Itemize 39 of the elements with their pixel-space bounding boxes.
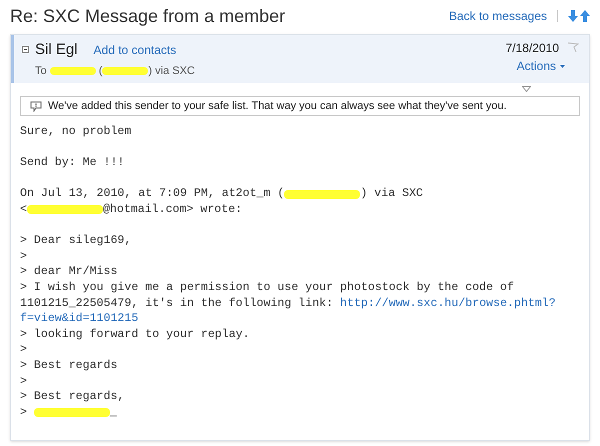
message-date: 7/18/2010 (506, 40, 559, 57)
message-text: ) via SXC (360, 186, 424, 202)
notice-text: We've added this sender to your safe list. That way you can always see what they've sent you. (48, 98, 507, 114)
redaction-mark (102, 66, 148, 75)
recipient-text: To (35, 64, 48, 78)
redaction-mark (50, 66, 96, 75)
add-contact-link[interactable]: Add to contacts (94, 41, 176, 59)
expand-icon[interactable] (522, 86, 531, 92)
message-text: > Best regards (20, 358, 118, 374)
actions-menu[interactable]: Actions (516, 57, 565, 75)
message-text: > Dear sileg169, (20, 233, 132, 249)
recipient-text: ( (98, 64, 102, 78)
message-text: _ (110, 404, 117, 420)
info-icon (30, 100, 42, 112)
message-text: Sure, no problem (20, 124, 132, 140)
recipient-text: ) via SXC (148, 64, 195, 78)
message-text: Send by: Me !!! (20, 155, 124, 171)
message-text: > looking forward to your replay. (20, 326, 250, 342)
message-text: 1101215_22505479, it's in the following link: (20, 296, 334, 312)
message-text: > dear Mr/Miss (20, 264, 118, 280)
message-text: On Jul 13, 2010, at 7:09 PM, at2ot_m ( (20, 186, 284, 202)
message-link[interactable]: http://www.sxc.hu/browse.phtml? (340, 296, 556, 312)
message-text: > (20, 404, 28, 420)
message-text: > (20, 248, 27, 264)
caret-icon (560, 64, 565, 68)
message-text: > Best regards, (20, 389, 124, 405)
message-title: Re: SXC Message from a member (10, 4, 286, 28)
collapse-icon[interactable] (22, 46, 29, 53)
message-text: > I wish you give me a permission to use your photostock by the code of (20, 280, 514, 296)
message-text: @hotmail.com> wrote: (102, 202, 242, 218)
down-arrow-icon[interactable] (568, 10, 578, 22)
sender-name: Sil Egl (35, 40, 78, 60)
message-text: > (20, 342, 27, 358)
up-arrow-icon[interactable] (580, 10, 590, 22)
message-text: < (20, 202, 27, 218)
back-link[interactable]: Back to messages (448, 7, 547, 25)
message-text: > (20, 374, 27, 390)
message-link[interactable]: f=view&id=1101215 (20, 311, 138, 327)
flag-icon[interactable] (567, 42, 579, 54)
